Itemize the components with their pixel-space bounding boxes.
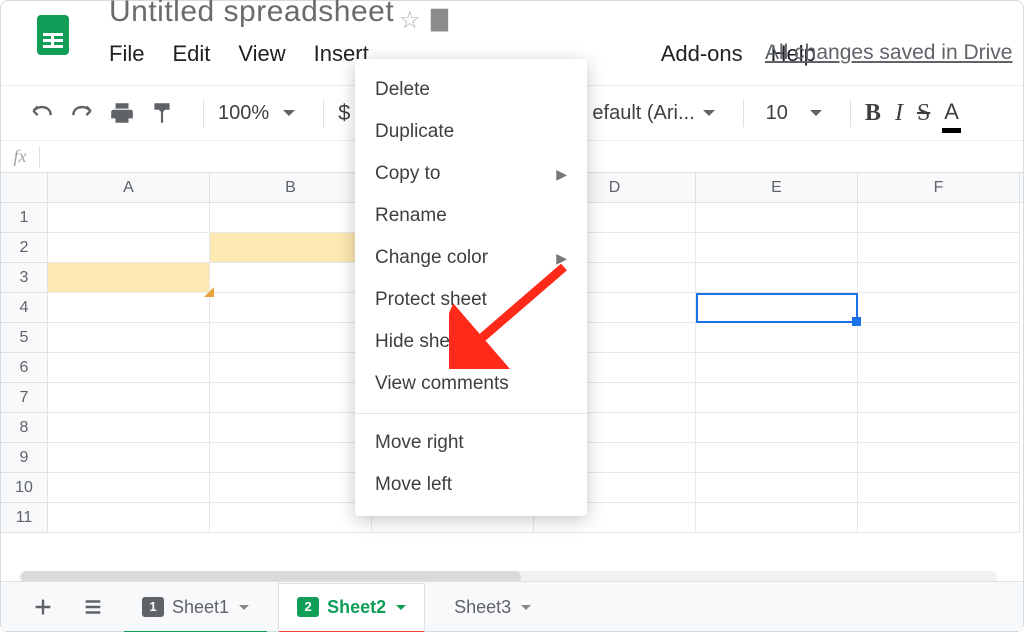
- sheet-tab-sheet1[interactable]: 1 Sheet1: [123, 583, 268, 631]
- menu-item-view-comments[interactable]: View comments: [355, 363, 587, 405]
- sheet-tab-label: Sheet3: [454, 597, 511, 618]
- strikethrough-button[interactable]: S: [917, 93, 930, 133]
- font-family-dropdown[interactable]: efault (Ari...: [592, 93, 714, 133]
- comment-badge: 2: [297, 597, 319, 617]
- row-header[interactable]: 8: [1, 413, 47, 443]
- menu-item-label: Duplicate: [375, 121, 454, 143]
- all-sheets-button[interactable]: [73, 587, 113, 627]
- cell-B2[interactable]: [210, 233, 372, 263]
- toolbar-separator: [850, 99, 851, 127]
- menu-item-hide-sheet[interactable]: Hide sheet: [355, 321, 587, 363]
- comment-badge: 1: [142, 597, 164, 617]
- menu-item-delete[interactable]: Delete: [355, 69, 587, 111]
- toolbar-separator: [203, 99, 204, 127]
- menu-view[interactable]: View: [238, 41, 285, 67]
- column-header[interactable]: B: [210, 173, 372, 202]
- document-title[interactable]: Untitled spreadsheet: [109, 0, 394, 29]
- menu-edit[interactable]: Edit: [172, 41, 210, 67]
- move-to-folder-icon[interactable]: ▇: [431, 6, 448, 32]
- add-sheet-button[interactable]: [23, 587, 63, 627]
- menu-item-label: Move right: [375, 432, 464, 454]
- menu-item-label: Rename: [375, 205, 447, 227]
- chevron-down-icon: [703, 110, 715, 122]
- chevron-down-icon[interactable]: [521, 605, 531, 615]
- star-icon[interactable]: ☆: [399, 6, 421, 35]
- font-size-dropdown[interactable]: 10: [766, 93, 822, 133]
- menu-item-label: Move left: [375, 474, 452, 496]
- row-header[interactable]: 1: [1, 203, 47, 233]
- menu-item-move-right[interactable]: Move right: [355, 422, 587, 464]
- text-color-button[interactable]: A: [944, 93, 959, 133]
- column-header[interactable]: E: [696, 173, 858, 202]
- row-header[interactable]: 2: [1, 233, 47, 263]
- font-size-value: 10: [766, 102, 788, 125]
- sheets-app-icon: [29, 11, 77, 59]
- strike-label: S: [917, 100, 930, 127]
- menu-item-label: Change color: [375, 247, 488, 269]
- menu-item-move-left[interactable]: Move left: [355, 464, 587, 506]
- cell-corner-icon: [204, 287, 214, 297]
- toolbar-separator: [323, 99, 324, 127]
- menu-item-duplicate[interactable]: Duplicate: [355, 111, 587, 153]
- cell-A3[interactable]: [48, 263, 210, 293]
- selection-handle[interactable]: [852, 317, 861, 326]
- paint-format-button[interactable]: [149, 93, 175, 133]
- menu-divider: [355, 413, 587, 414]
- row-header[interactable]: 10: [1, 473, 47, 503]
- zoom-dropdown[interactable]: 100%: [218, 93, 295, 133]
- select-all-corner[interactable]: [1, 173, 48, 203]
- currency-label: $: [338, 100, 350, 126]
- column-header[interactable]: A: [48, 173, 210, 202]
- save-status[interactable]: All changes saved in Drive: [765, 41, 1012, 65]
- chevron-down-icon: [810, 110, 822, 122]
- bold-label: B: [865, 100, 881, 127]
- menu-addons[interactable]: Add-ons: [661, 41, 743, 67]
- submenu-arrow-icon: ▶: [556, 166, 567, 183]
- chevron-down-icon[interactable]: [239, 605, 249, 615]
- menu-item-label: Protect sheet: [375, 289, 487, 311]
- row-header[interactable]: 11: [1, 503, 47, 533]
- row-header[interactable]: 5: [1, 323, 47, 353]
- sheet-tab-label: Sheet2: [327, 597, 386, 618]
- fx-icon: fx: [1, 146, 39, 167]
- menu-item-label: View comments: [375, 373, 509, 395]
- sheet-tab-label: Sheet1: [172, 597, 229, 618]
- text-color-label: A: [944, 99, 959, 127]
- row-header[interactable]: 3: [1, 263, 47, 293]
- toolbar-separator: [743, 99, 744, 127]
- menu-file[interactable]: File: [109, 41, 144, 67]
- italic-label: I: [895, 100, 903, 127]
- active-cell-selection: [696, 293, 858, 323]
- sheet-tab-sheet2[interactable]: 2 Sheet2: [278, 583, 425, 631]
- sheet-context-menu: Delete Duplicate Copy to ▶ Rename Change …: [355, 59, 587, 516]
- chevron-down-icon: [283, 110, 295, 122]
- sheet-tab-sheet3[interactable]: Sheet3: [435, 583, 550, 631]
- font-family-value: efault (Ari...: [592, 102, 694, 125]
- row-header[interactable]: 6: [1, 353, 47, 383]
- chevron-down-icon[interactable]: [396, 605, 406, 615]
- row-header[interactable]: 4: [1, 293, 47, 323]
- menu-item-label: Hide sheet: [375, 331, 466, 353]
- menu-item-change-color[interactable]: Change color ▶: [355, 237, 587, 279]
- bold-button[interactable]: B: [865, 93, 881, 133]
- sheet-tab-bar: 1 Sheet1 2 Sheet2 Sheet3: [1, 581, 1023, 631]
- menu-item-label: Delete: [375, 79, 430, 101]
- menu-item-label: Copy to: [375, 163, 440, 185]
- redo-button[interactable]: [69, 93, 95, 133]
- row-header[interactable]: 7: [1, 383, 47, 413]
- submenu-arrow-icon: ▶: [556, 250, 567, 267]
- undo-button[interactable]: [29, 93, 55, 133]
- zoom-value: 100%: [218, 102, 269, 125]
- print-button[interactable]: [109, 93, 135, 133]
- row-header[interactable]: 9: [1, 443, 47, 473]
- column-header[interactable]: F: [858, 173, 1020, 202]
- menu-item-protect-sheet[interactable]: Protect sheet: [355, 279, 587, 321]
- row-headers: 1 2 3 4 5 6 7 8 9 10 11: [1, 203, 48, 533]
- menu-item-rename[interactable]: Rename: [355, 195, 587, 237]
- currency-button[interactable]: $: [338, 93, 350, 133]
- italic-button[interactable]: I: [895, 93, 903, 133]
- menu-item-copy-to[interactable]: Copy to ▶: [355, 153, 587, 195]
